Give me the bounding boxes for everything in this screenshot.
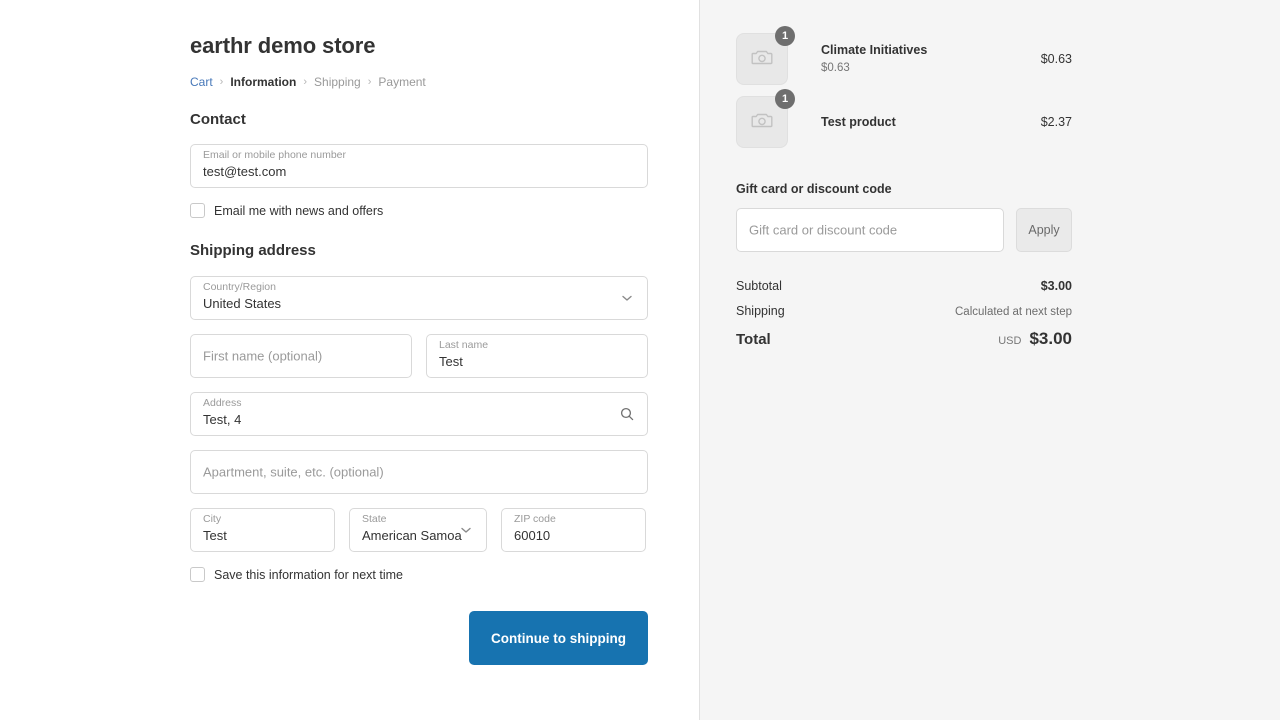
total-amount-group: USD $3.00 xyxy=(998,329,1072,349)
shipping-address-heading: Shipping address xyxy=(190,242,316,260)
address-field[interactable]: Address Test, 4 xyxy=(190,392,648,437)
chevron-down-icon xyxy=(458,522,474,538)
email-field-label: Email or mobile phone number xyxy=(203,149,346,162)
product-price: $2.37 xyxy=(1040,115,1072,129)
breadcrumb-payment: Payment xyxy=(378,75,426,90)
newsletter-checkbox[interactable] xyxy=(190,203,205,219)
camera-placeholder-icon xyxy=(750,45,774,74)
country-select-value: United States xyxy=(203,296,282,312)
breadcrumb-cart[interactable]: Cart xyxy=(190,76,213,88)
subtotal-label: Subtotal xyxy=(736,279,782,293)
product-info: Test product xyxy=(821,114,1041,130)
shipping-value: Calculated at next step xyxy=(955,306,1072,318)
product-price: $0.63 xyxy=(1040,52,1072,66)
state-select-label: State xyxy=(362,513,387,526)
breadcrumb: Cart › Information › Shipping › Payment xyxy=(190,76,648,88)
discount-code-input[interactable]: Gift card or discount code xyxy=(736,208,1004,252)
form-actions: Continue to shipping xyxy=(190,611,648,666)
city-state-zip-row: City Test State American Samoa ZIP code … xyxy=(190,508,648,553)
apartment-field[interactable]: Apartment, suite, etc. (optional) xyxy=(190,450,648,495)
state-select[interactable]: State American Samoa xyxy=(349,508,487,553)
camera-placeholder-icon xyxy=(750,108,774,137)
product-info: Climate Initiatives $0.63 xyxy=(821,42,1041,75)
last-name-field[interactable]: Last name Test xyxy=(426,334,648,379)
list-item: 1 Test product $2.37 xyxy=(736,89,1072,148)
checkout-form-panel: earthr demo store Cart › Information › S… xyxy=(0,0,700,720)
store-title: earthr demo store xyxy=(190,33,376,58)
city-field-label: City xyxy=(203,513,222,526)
city-field[interactable]: City Test xyxy=(190,508,335,553)
checkout-page: earthr demo store Cart › Information › S… xyxy=(0,0,1280,720)
breadcrumb-separator-icon: › xyxy=(219,75,224,88)
total-value: $3.00 xyxy=(1029,329,1072,348)
search-icon[interactable] xyxy=(619,406,635,422)
name-row: First name (optional) Last name Test xyxy=(190,334,648,379)
total-label: Total xyxy=(736,331,771,348)
country-select[interactable]: Country/Region United States xyxy=(190,276,648,321)
total-row: Total USD $3.00 xyxy=(736,329,1072,349)
quantity-badge: 1 xyxy=(775,89,795,109)
newsletter-checkbox-row[interactable]: Email me with news and offers xyxy=(190,203,648,219)
product-name: Climate Initiatives xyxy=(821,43,928,58)
breadcrumb-separator-icon: › xyxy=(367,75,372,88)
chevron-down-icon xyxy=(619,290,635,306)
first-name-field[interactable]: First name (optional) xyxy=(190,334,412,379)
product-variant: $0.63 xyxy=(821,61,850,74)
continue-to-shipping-button[interactable]: Continue to shipping xyxy=(469,611,648,666)
breadcrumb-information[interactable]: Information xyxy=(230,76,296,88)
totals: Subtotal $3.00 Shipping Calculated at ne… xyxy=(736,279,1072,349)
product-name: Test product xyxy=(821,114,896,129)
discount-code-placeholder: Gift card or discount code xyxy=(749,222,898,238)
save-info-checkbox-row[interactable]: Save this information for next time xyxy=(190,567,648,583)
breadcrumb-shipping: Shipping xyxy=(314,75,361,90)
last-name-field-label: Last name xyxy=(439,339,489,352)
apartment-placeholder: Apartment, suite, etc. (optional) xyxy=(203,464,384,480)
email-field[interactable]: Email or mobile phone number test@test.c… xyxy=(190,144,648,189)
address-field-value: Test, 4 xyxy=(203,412,242,428)
first-name-placeholder: First name (optional) xyxy=(203,348,323,364)
state-select-value: American Samoa xyxy=(362,528,462,544)
save-info-checkbox[interactable] xyxy=(190,567,205,583)
last-name-field-value: Test xyxy=(439,354,463,370)
quantity-badge: 1 xyxy=(775,26,795,46)
total-currency: USD xyxy=(998,335,1022,347)
list-item: 1 Climate Initiatives $0.63 $0.63 xyxy=(736,26,1072,85)
shipping-row: Shipping Calculated at next step xyxy=(736,304,1072,318)
address-field-label: Address xyxy=(203,397,242,410)
city-field-value: Test xyxy=(203,528,227,544)
order-summary-panel: 1 Climate Initiatives $0.63 $0.63 1 Test… xyxy=(700,0,1280,720)
subtotal-value: $3.00 xyxy=(1040,279,1072,293)
newsletter-checkbox-label: Email me with news and offers xyxy=(214,203,384,218)
shipping-label: Shipping xyxy=(736,304,785,318)
zip-code-field-label: ZIP code xyxy=(514,513,556,526)
product-thumbnail-wrap: 1 xyxy=(736,26,795,85)
contact-heading: Contact xyxy=(190,111,246,129)
product-thumbnail-wrap: 1 xyxy=(736,89,795,148)
discount-row: Gift card or discount code Apply xyxy=(736,208,1072,252)
email-field-value: test@test.com xyxy=(203,164,287,180)
zip-code-field-value: 60010 xyxy=(514,528,551,544)
apply-discount-button[interactable]: Apply xyxy=(1016,208,1072,252)
discount-heading: Gift card or discount code xyxy=(736,182,892,196)
country-select-label: Country/Region xyxy=(203,281,276,294)
save-info-checkbox-label: Save this information for next time xyxy=(214,567,403,582)
subtotal-row: Subtotal $3.00 xyxy=(736,279,1072,293)
breadcrumb-separator-icon: › xyxy=(303,75,308,88)
zip-code-field[interactable]: ZIP code 60010 xyxy=(501,508,646,553)
